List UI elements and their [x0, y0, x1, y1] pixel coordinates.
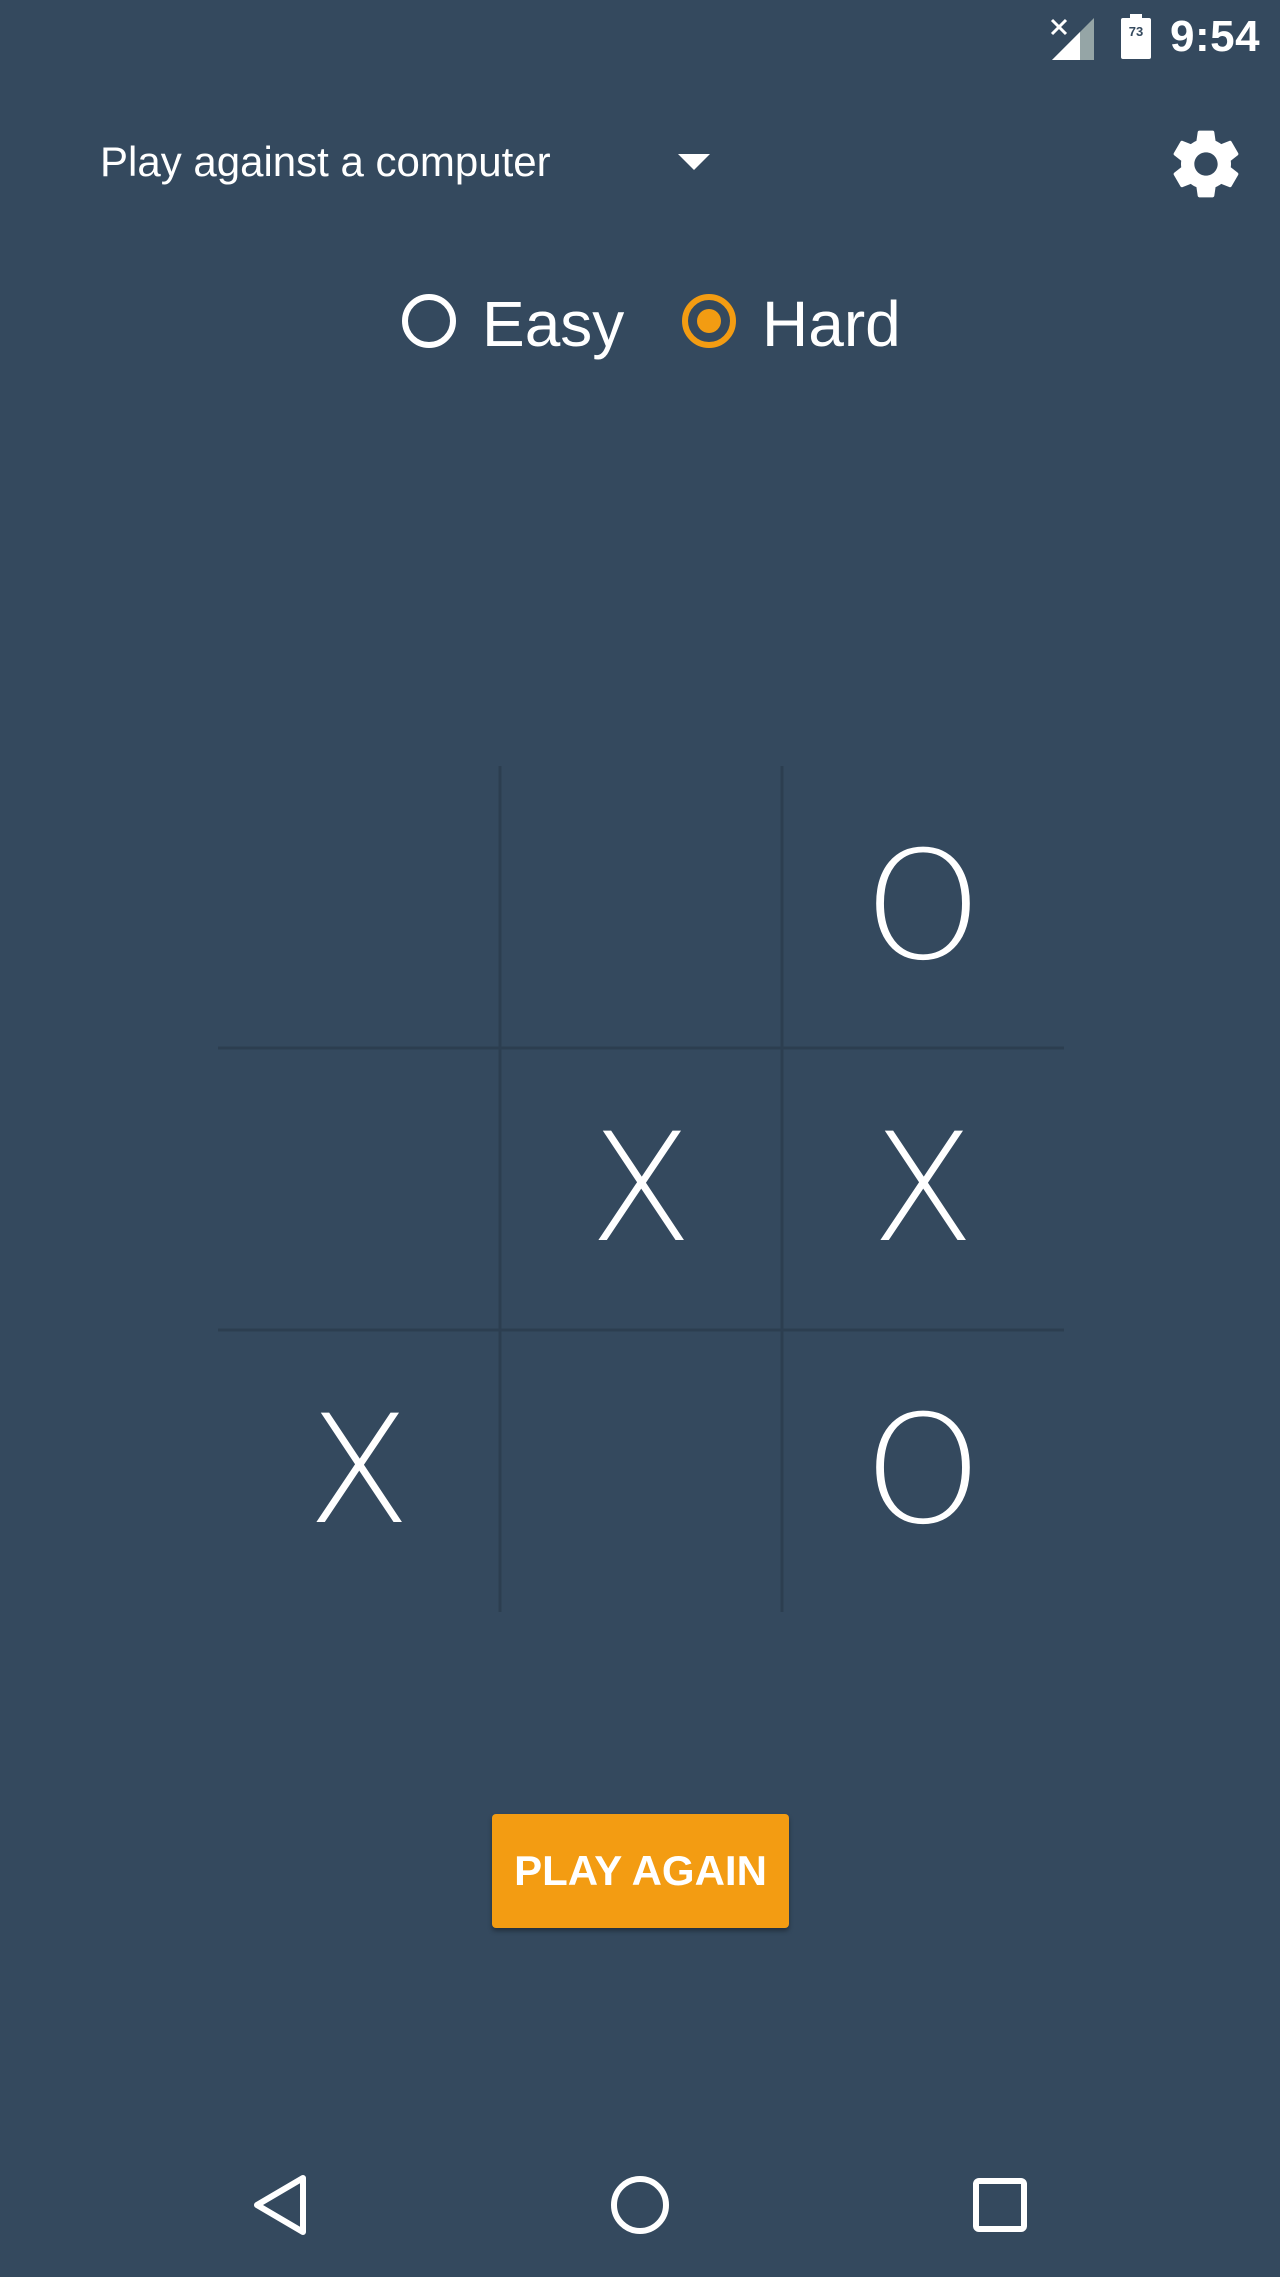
radio-hard-circle: [682, 294, 736, 348]
play-again-button[interactable]: PLAY AGAIN: [492, 1814, 789, 1928]
game-mode-dropdown[interactable]: Play against a computer: [100, 134, 720, 194]
difficulty-radio-group: Easy Hard: [0, 284, 1280, 364]
cell-mark: O: [863, 1384, 983, 1558]
chevron-down-icon: [678, 154, 710, 170]
cell-mark: O: [863, 820, 983, 994]
board-cell-3[interactable]: [218, 1048, 500, 1330]
board-cell-1[interactable]: [500, 766, 782, 1048]
battery-icon: 73: [1120, 14, 1152, 60]
radio-hard[interactable]: Hard: [680, 284, 910, 364]
cell-mark: X: [871, 1102, 975, 1276]
cell-mark: X: [307, 1384, 411, 1558]
back-icon[interactable]: [245, 2170, 315, 2240]
status-clock: 9:54: [1170, 12, 1261, 61]
board-cell-4[interactable]: X: [500, 1048, 782, 1330]
board-cell-6[interactable]: X: [218, 1330, 500, 1612]
radio-hard-label: Hard: [762, 288, 901, 360]
board-cell-5[interactable]: X: [782, 1048, 1064, 1330]
recents-icon[interactable]: [965, 2170, 1035, 2240]
battery-level: 73: [1128, 24, 1144, 39]
radio-easy[interactable]: Easy: [400, 284, 630, 364]
board-cell-7[interactable]: [500, 1330, 782, 1612]
board-cell-8[interactable]: O: [782, 1330, 1064, 1612]
cell-mark: X: [589, 1102, 693, 1276]
board-cell-0[interactable]: [218, 766, 500, 1048]
gear-icon: [1173, 130, 1239, 198]
game-board: O X X X O: [218, 766, 1064, 1612]
navigation-bar: [0, 2130, 1280, 2277]
radio-easy-circle: [402, 294, 456, 348]
signal-off-icon: [1050, 18, 1094, 60]
home-icon[interactable]: [605, 2170, 675, 2240]
board-cell-2[interactable]: O: [782, 766, 1064, 1048]
settings-button[interactable]: [1166, 124, 1246, 204]
status-bar: 73 9:54: [0, 0, 1280, 76]
game-mode-label: Play against a computer: [100, 138, 551, 185]
radio-easy-label: Easy: [482, 288, 625, 360]
